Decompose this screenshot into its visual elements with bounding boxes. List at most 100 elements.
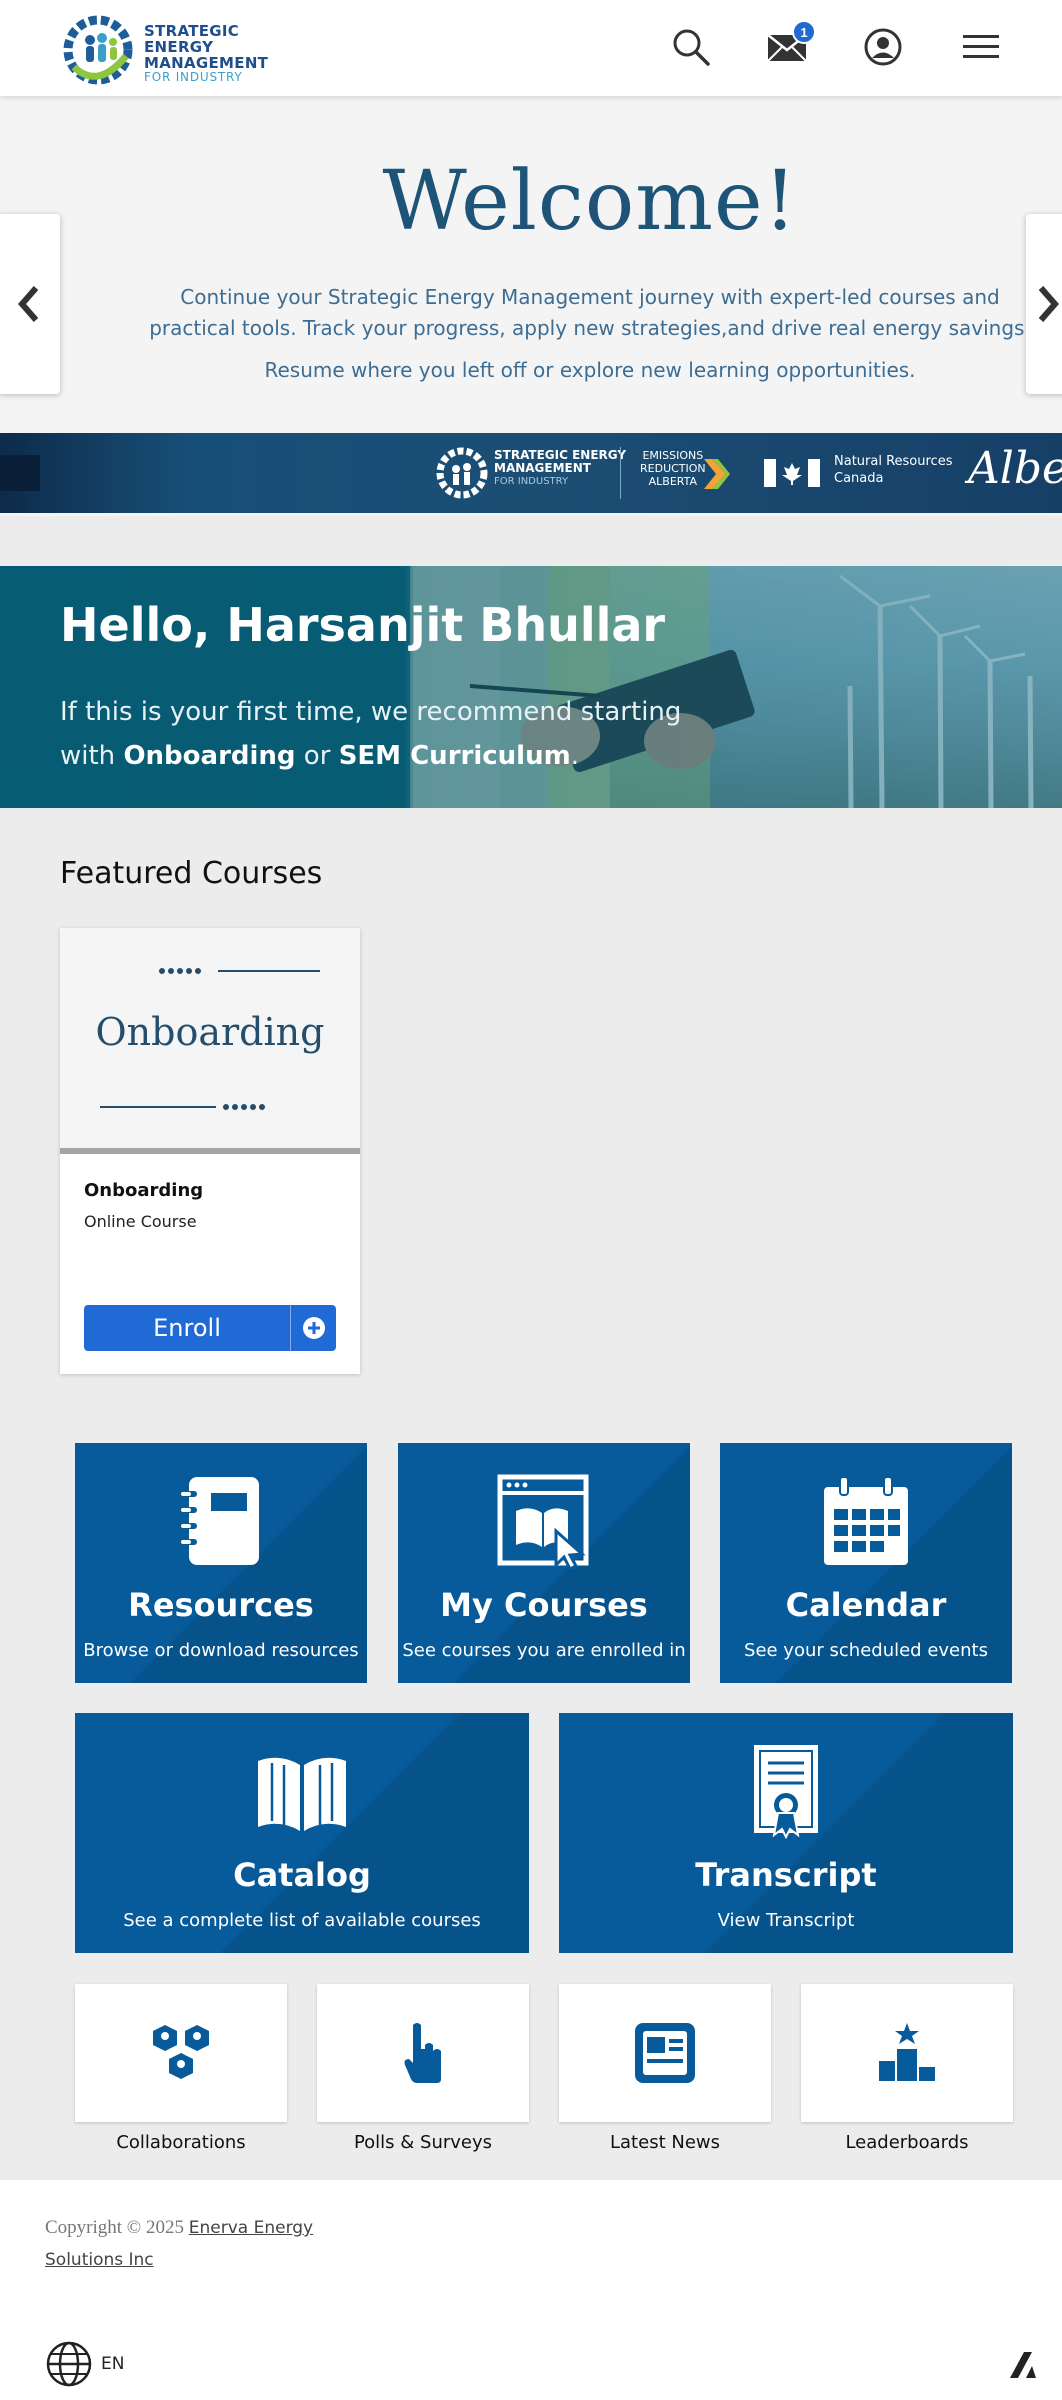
tile-icon-wrap: [75, 1473, 367, 1569]
hexagon-group-icon: [153, 2025, 209, 2079]
course-thumbnail: Onboarding: [60, 928, 360, 1154]
tile-icon-wrap: [720, 1473, 1012, 1569]
era-chevron-logo-icon: [704, 459, 730, 489]
greeting-text-part-3: .: [570, 741, 579, 771]
site-logo[interactable]: STRATEGIC ENERGY MANAGEMENT FOR INDUSTRY: [60, 12, 310, 86]
nrcan-line-1: Natural Resources: [834, 454, 953, 469]
mini-tile-label: Leaderboards: [845, 2132, 969, 2153]
sem-partner-logo-icon: [436, 447, 488, 499]
nrcan-partner-logo-text: Natural Resources Canada: [834, 453, 952, 487]
tile-catalog[interactable]: Catalog See a complete list of available…: [75, 1713, 529, 1953]
plus-circle-icon: [302, 1317, 325, 1339]
sem-partner-line-2: MANAGEMENT: [494, 461, 591, 475]
globe-icon: [46, 2341, 92, 2387]
enroll-button[interactable]: Enroll: [84, 1305, 336, 1351]
tile-subtitle: View Transcript: [717, 1910, 855, 1931]
course-card-onboarding[interactable]: Onboarding Onboarding Online Course Enro…: [60, 928, 360, 1374]
welcome-carousel: Welcome! Continue your Strategic Energy …: [0, 96, 1062, 516]
page-footer: Copyright © 2025 Enerva Energy Solutions…: [0, 2180, 1062, 2400]
era-line-2: REDUCTION: [640, 462, 706, 475]
notebook-icon: [181, 1477, 259, 1565]
copyright-label: Copyright © 2025: [45, 2217, 189, 2238]
era-partner-logo-text: EMISSIONS REDUCTION ALBERTA: [640, 449, 706, 488]
language-selector[interactable]: EN: [45, 2340, 124, 2388]
platform-logo-icon: [1010, 2352, 1036, 2378]
course-name: Onboarding: [84, 1180, 204, 1201]
tile-title: Calendar: [785, 1586, 947, 1624]
tile-subtitle: See courses you are enrolled in: [402, 1640, 686, 1661]
user-account-icon: [864, 28, 902, 66]
carousel-next-button[interactable]: [1026, 214, 1062, 394]
tile-icon-wrap: [559, 1743, 1013, 1839]
podium-icon: [879, 2023, 935, 2081]
open-book-icon: [258, 1757, 346, 1831]
welcome-text-line-2: practical tools. Track your progress, ap…: [149, 316, 1031, 340]
era-line-1: EMISSIONS: [642, 449, 704, 462]
mini-tile-label: Collaborations: [116, 2132, 246, 2153]
partner-logo-fragment: [0, 455, 40, 499]
course-type: Online Course: [84, 1212, 197, 1231]
gear-people-logo-icon: [63, 15, 133, 85]
hand-pointer-icon: [404, 2023, 441, 2083]
tile-title: My Courses: [440, 1586, 648, 1624]
onboarding-link[interactable]: Onboarding: [123, 741, 295, 771]
menu-icon: [963, 35, 999, 58]
welcome-text-line-3: Resume where you left off or explore new…: [264, 358, 916, 382]
carousel-prev-button[interactable]: [0, 214, 60, 394]
mini-tile-label: Polls & Surveys: [353, 2132, 493, 2153]
logo-text: STRATEGIC ENERGY MANAGEMENT FOR INDUSTRY: [144, 23, 310, 85]
mini-tile-polls-surveys[interactable]: [317, 1984, 529, 2122]
logo-line-3: FOR INDUSTRY: [144, 70, 243, 85]
tile-subtitle: See a complete list of available courses: [123, 1910, 481, 1931]
user-account-button[interactable]: [858, 22, 908, 72]
newspaper-icon: [635, 2023, 695, 2083]
tile-transcript[interactable]: Transcript View Transcript: [559, 1713, 1013, 1953]
greeting-heading: Hello, Harsanjit Bhullar: [60, 598, 666, 652]
chevron-right-icon: [1038, 286, 1059, 322]
main-menu-button[interactable]: [956, 22, 1006, 72]
courses-icon: [497, 1474, 589, 1569]
welcome-heading: Welcome!: [382, 154, 798, 249]
mini-tile-collaborations[interactable]: [75, 1984, 287, 2122]
mini-tile-latest-news[interactable]: [559, 1984, 771, 2122]
canada-flag-icon: [764, 459, 820, 487]
partner-logos-strip: STRATEGIC ENERGY MANAGEMENT FOR INDUSTRY…: [0, 433, 1062, 513]
tile-icon-wrap: [75, 1743, 529, 1839]
nrcan-line-2: Canada: [834, 471, 884, 486]
greeting-text: If this is your first time, we recommend…: [60, 690, 700, 778]
enroll-button-label: Enroll: [153, 1314, 221, 1342]
messages-button[interactable]: 1: [762, 20, 816, 72]
tile-subtitle: See your scheduled events: [744, 1640, 988, 1661]
tile-calendar[interactable]: Calendar See your scheduled events: [720, 1443, 1012, 1683]
thumbnail-title: Onboarding: [95, 1010, 325, 1054]
tile-title: Transcript: [695, 1856, 877, 1894]
alberta-partner-logo-text: Albe: [968, 443, 1062, 494]
sem-curriculum-link[interactable]: SEM Curriculum: [339, 741, 571, 771]
sem-partner-line-3: FOR INDUSTRY: [494, 476, 569, 487]
tile-icon-wrap: [398, 1473, 690, 1569]
certificate-icon: [754, 1745, 818, 1839]
greeting-banner: Hello, Harsanjit Bhullar If this is your…: [0, 566, 1062, 808]
calendar-icon: [824, 1476, 908, 1565]
greeting-text-part-2: or: [295, 741, 339, 771]
copyright-text: Copyright © 2025 Enerva Energy Solutions…: [45, 2212, 365, 2276]
featured-courses-title: Featured Courses: [60, 856, 323, 891]
strip-divider: [620, 447, 621, 499]
welcome-text-line-1: Continue your Strategic Energy Managemen…: [180, 285, 1000, 309]
search-icon: [673, 29, 710, 66]
search-button[interactable]: [666, 22, 716, 72]
tile-title: Catalog: [233, 1856, 371, 1894]
sem-partner-logo-text: STRATEGIC ENERGY MANAGEMENT FOR INDUSTRY: [494, 449, 626, 488]
enroll-plus-button[interactable]: [290, 1305, 336, 1351]
tile-title: Resources: [128, 1586, 314, 1624]
mini-tile-leaderboards[interactable]: [801, 1984, 1013, 2122]
chevron-left-icon: [18, 286, 39, 322]
top-header: STRATEGIC ENERGY MANAGEMENT FOR INDUSTRY…: [0, 0, 1062, 96]
tile-subtitle: Browse or download resources: [83, 1640, 359, 1661]
logo-line-2: MANAGEMENT: [144, 53, 269, 72]
tile-resources[interactable]: Resources Browse or download resources: [75, 1443, 367, 1683]
language-code: EN: [101, 2354, 125, 2374]
era-line-3: ALBERTA: [648, 475, 698, 488]
unread-messages-badge: 1: [792, 20, 816, 44]
tile-my-courses[interactable]: My Courses See courses you are enrolled …: [398, 1443, 690, 1683]
